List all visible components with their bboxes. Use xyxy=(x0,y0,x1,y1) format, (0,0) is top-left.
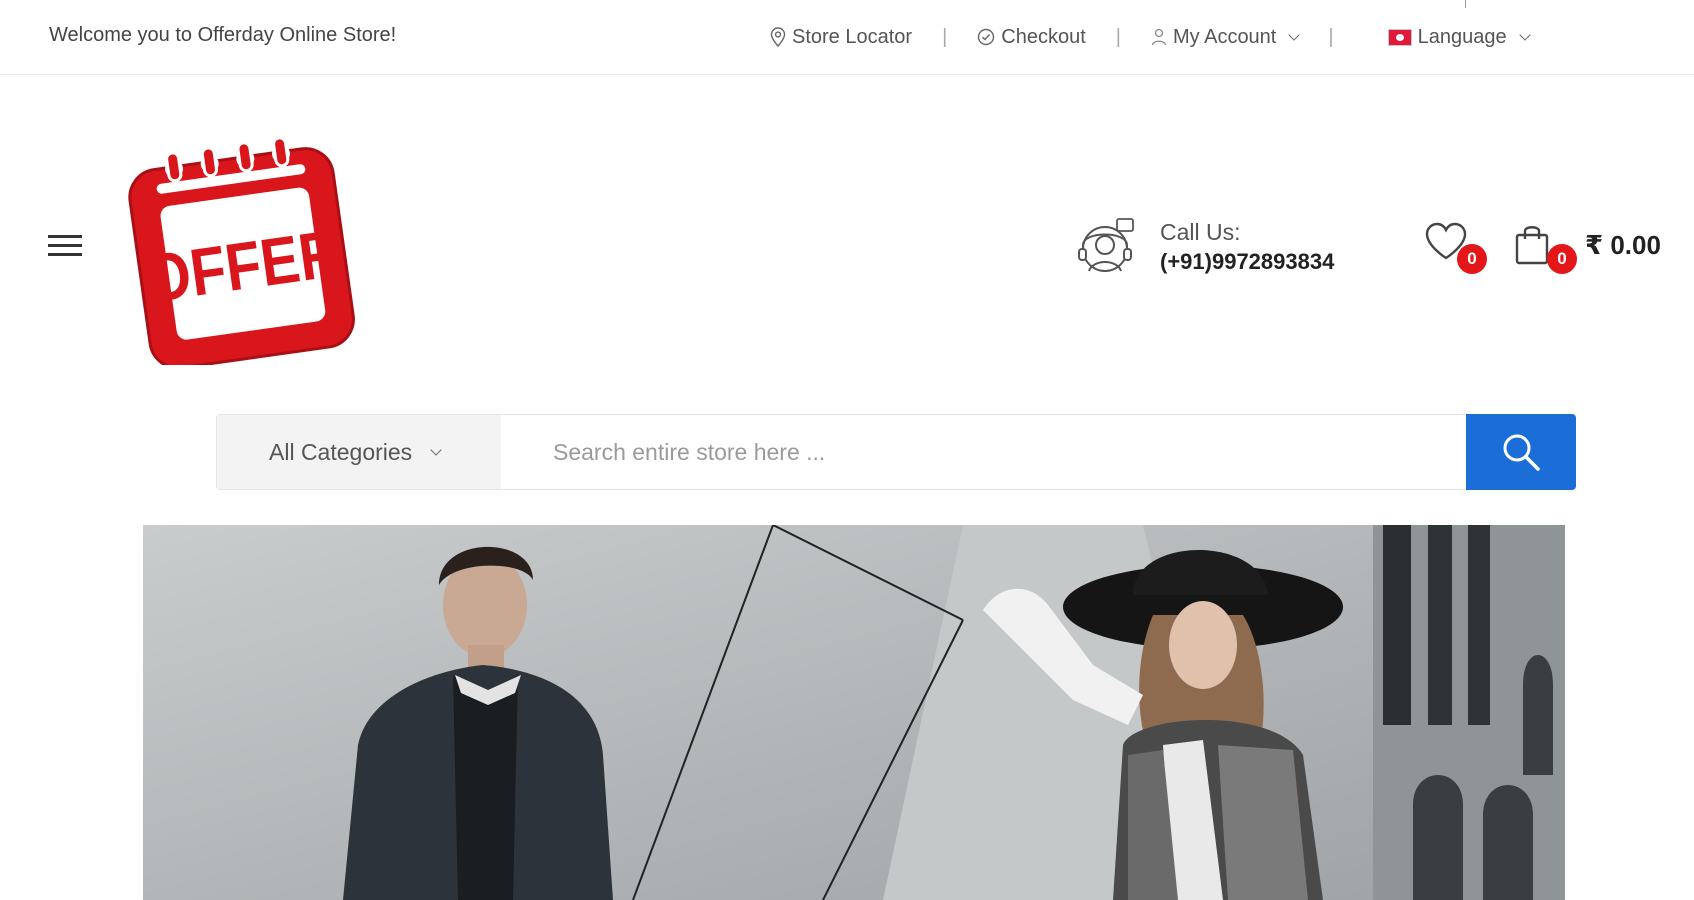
store-locator-label: Store Locator xyxy=(792,25,913,48)
language-dropdown[interactable]: Language xyxy=(1387,25,1531,49)
store-locator-link[interactable]: Store Locator xyxy=(770,26,912,49)
category-select[interactable]: All Categories xyxy=(217,415,501,489)
search-bar: All Categories xyxy=(216,414,1576,490)
offer-logo[interactable]: OFFER xyxy=(128,130,358,365)
chevron-down-icon xyxy=(430,443,442,456)
my-account-label: My Account xyxy=(1172,25,1277,48)
cart-total[interactable]: ₹ 0.00 xyxy=(1585,230,1661,261)
search-button[interactable] xyxy=(1466,414,1576,490)
hero-banner-image[interactable] xyxy=(143,525,1565,900)
separator: | xyxy=(942,25,948,48)
cart-count-badge: 0 xyxy=(1547,244,1577,274)
chevron-down-icon xyxy=(1288,28,1301,41)
top-bar: Welcome you to Offerday Online Store! St… xyxy=(0,0,1694,75)
category-select-label: All Categories xyxy=(269,438,413,465)
location-pin-icon xyxy=(770,27,786,47)
wishlist-button[interactable]: 0 xyxy=(1424,222,1487,276)
checkout-link[interactable]: Checkout xyxy=(977,26,1086,49)
headset-support-icon xyxy=(1078,218,1134,272)
search-icon xyxy=(1503,434,1540,471)
checkout-label: Checkout xyxy=(1001,25,1086,48)
search-input[interactable] xyxy=(501,415,1466,489)
user-icon xyxy=(1151,28,1167,46)
top-links: Store Locator | Checkout | My Account | … xyxy=(770,22,1531,52)
phone-number[interactable]: (+91)9972893834 xyxy=(1160,249,1334,275)
flag-icon xyxy=(1387,28,1412,46)
wishlist-count-badge: 0 xyxy=(1457,244,1487,274)
language-label: Language xyxy=(1417,25,1507,48)
my-account-dropdown[interactable]: My Account xyxy=(1151,25,1301,49)
check-circle-icon xyxy=(978,28,995,46)
call-us-label: Call Us: xyxy=(1160,219,1241,245)
call-us-block: Call Us: (+91)9972893834 xyxy=(1075,215,1365,285)
divider xyxy=(1465,0,1466,8)
cart-button[interactable]: 0 xyxy=(1514,222,1577,276)
separator: | xyxy=(1328,25,1334,48)
hamburger-menu-icon[interactable] xyxy=(48,232,82,258)
separator: | xyxy=(1115,25,1121,48)
welcome-message: Welcome you to Offerday Online Store! xyxy=(49,24,397,46)
chevron-down-icon xyxy=(1518,28,1531,41)
